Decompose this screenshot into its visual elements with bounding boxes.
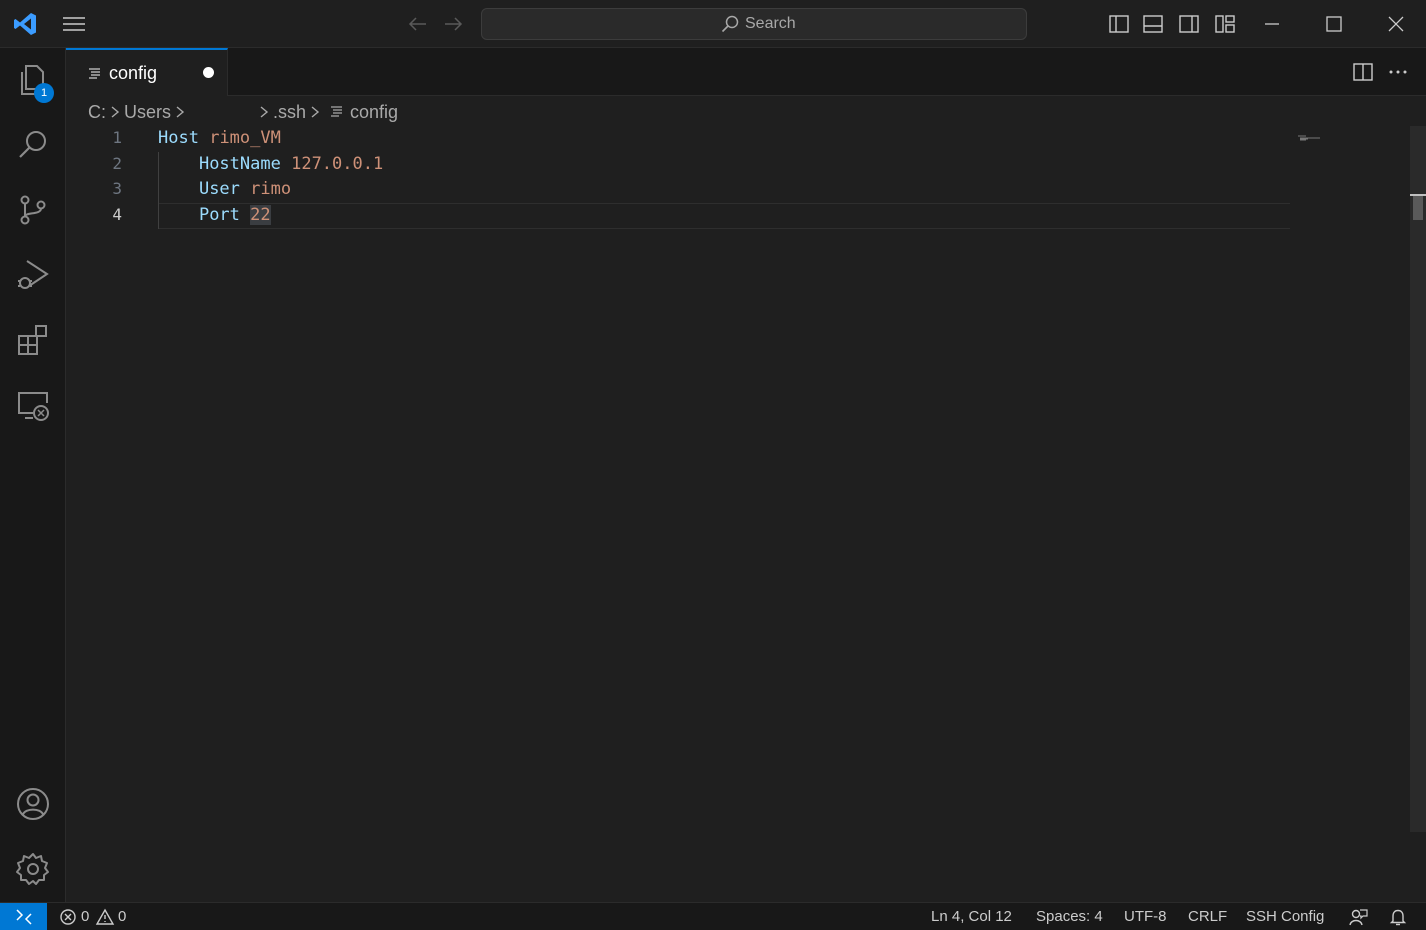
file-lines-icon	[331, 106, 343, 117]
breadcrumb-file[interactable]: config	[350, 102, 398, 123]
indentation[interactable]: Spaces: 4	[1036, 908, 1103, 925]
breadcrumb-drive[interactable]: C:	[88, 102, 106, 123]
vscode-logo-icon	[12, 11, 38, 37]
run-debug-icon[interactable]	[15, 257, 51, 293]
maximize-icon[interactable]	[1322, 12, 1346, 36]
code-line[interactable]: 3 User rimo	[66, 177, 1290, 203]
toggle-secondary-sidebar-icon[interactable]	[1177, 12, 1201, 36]
source-control-icon[interactable]	[15, 192, 51, 228]
cursor-position[interactable]: Ln 4, Col 12	[931, 908, 1012, 925]
command-center-search[interactable]: Search	[481, 8, 1027, 40]
line-text: Port 22	[198, 205, 271, 225]
line-number: 4	[112, 205, 122, 224]
line-number: 3	[112, 179, 122, 198]
extensions-icon[interactable]	[15, 322, 51, 358]
back-arrow-icon[interactable]	[406, 12, 430, 36]
chevron-right-icon	[260, 106, 269, 118]
activity-bar	[0, 48, 66, 902]
search-view-icon[interactable]	[15, 127, 51, 163]
chevron-right-icon	[111, 106, 120, 118]
code-line[interactable]: 2 HostName 127.0.0.1	[66, 152, 1290, 178]
remote-indicator[interactable]	[0, 903, 47, 930]
search-label: Search	[745, 15, 796, 32]
menu-icon[interactable]	[60, 12, 88, 36]
tab-bar: config	[66, 48, 1426, 96]
tab-label: config	[109, 63, 158, 83]
remote-explorer-icon[interactable]	[15, 388, 51, 424]
vertical-scrollbar[interactable]	[1410, 126, 1426, 832]
editor-area[interactable]: 1 Host rimo_VM 2 HostName 127.0.0.1 3 Us…	[66, 126, 1410, 902]
breadcrumb-ssh[interactable]: .ssh	[273, 102, 306, 123]
notifications-bell-icon[interactable]	[1388, 907, 1408, 927]
encoding[interactable]: UTF-8	[1124, 908, 1167, 925]
close-icon[interactable]	[1384, 12, 1408, 36]
scrollbar-thumb[interactable]	[1413, 194, 1423, 220]
toggle-primary-sidebar-icon[interactable]	[1107, 12, 1131, 36]
forward-arrow-icon[interactable]	[441, 12, 465, 36]
manage-gear-icon[interactable]	[15, 851, 51, 887]
warning-count[interactable]: 0	[118, 908, 126, 925]
line-text: Host rimo_VM	[158, 128, 281, 148]
line-number: 2	[112, 154, 122, 173]
tab-config[interactable]: config	[66, 48, 228, 96]
cursor-position-marker	[1410, 194, 1426, 196]
toggle-panel-icon[interactable]	[1141, 12, 1165, 36]
line-number: 1	[112, 128, 122, 147]
error-icon[interactable]	[58, 907, 78, 927]
explorer-badge: 1	[34, 83, 54, 103]
status-bar: 0 0 Ln 4, Col 12 Spaces: 4 UTF-8 CRLF SS…	[0, 902, 1426, 930]
chevron-right-icon	[311, 106, 320, 118]
breadcrumb-users[interactable]: Users	[124, 102, 171, 123]
customize-layout-icon[interactable]	[1213, 12, 1237, 36]
end-of-line[interactable]: CRLF	[1188, 908, 1227, 925]
more-actions-icon[interactable]	[1386, 60, 1410, 84]
accounts-icon[interactable]	[15, 786, 51, 822]
line-text: User rimo	[198, 179, 292, 199]
language-mode[interactable]: SSH Config	[1246, 908, 1324, 925]
title-bar: Search	[0, 0, 1426, 48]
minimize-icon[interactable]	[1260, 12, 1284, 36]
chevron-right-icon	[176, 106, 185, 118]
line-text: HostName 127.0.0.1	[198, 154, 384, 174]
error-count[interactable]: 0	[81, 908, 89, 925]
minimap[interactable]	[1298, 126, 1322, 141]
feedback-icon[interactable]	[1348, 907, 1368, 927]
remote-icon	[16, 909, 32, 925]
file-lines-icon	[88, 66, 102, 80]
code-line[interactable]: 1 Host rimo_VM	[66, 126, 1290, 152]
search-icon	[720, 14, 740, 34]
breadcrumb: C: Users .ssh config	[88, 100, 398, 124]
unsaved-dot-icon[interactable]	[203, 67, 214, 78]
code-line[interactable]: 4 Port 22	[66, 203, 1290, 229]
split-editor-icon[interactable]	[1351, 60, 1375, 84]
warning-icon[interactable]	[95, 907, 115, 927]
